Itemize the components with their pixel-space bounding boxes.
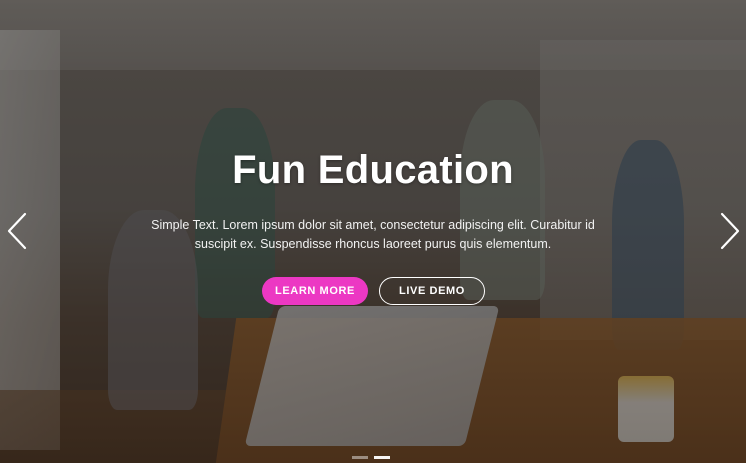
chevron-right-icon [720, 212, 740, 250]
hero-carousel: Fun Education Simple Text. Lorem ipsum d… [0, 0, 746, 463]
carousel-prev-button[interactable] [3, 208, 35, 254]
chevron-left-icon [7, 212, 27, 250]
carousel-indicators [352, 456, 390, 459]
hero-subtitle: Simple Text. Lorem ipsum dolor sit amet,… [151, 218, 595, 251]
carousel-indicator-active[interactable] [374, 456, 390, 459]
carousel-indicator[interactable] [352, 456, 368, 459]
live-demo-button[interactable]: LIVE DEMO [379, 277, 485, 305]
carousel-next-button[interactable] [712, 208, 744, 254]
hero-title: Fun Education [232, 148, 514, 192]
learn-more-button[interactable]: LEARN MORE [262, 277, 368, 305]
